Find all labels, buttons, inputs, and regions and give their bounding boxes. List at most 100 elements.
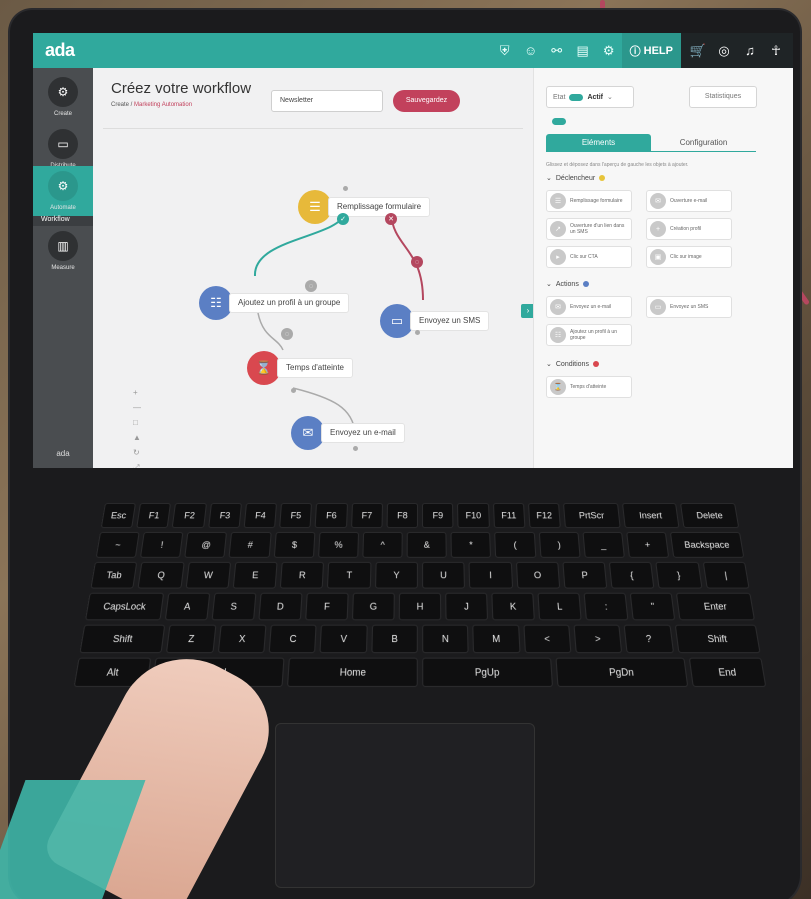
key[interactable]: F5 [279, 503, 313, 529]
key[interactable]: P [562, 561, 608, 589]
sidebar-item-automate[interactable]: ⚙ Automate [33, 166, 93, 216]
key[interactable]: A [164, 592, 210, 621]
key[interactable]: Backspace [669, 531, 745, 558]
mini-toggle[interactable] [552, 118, 566, 125]
connector-dot[interactable] [415, 330, 420, 335]
workflow-node-add-profile[interactable]: ☷ Ajoutez un profil à un groupe [199, 286, 350, 320]
reset-icon[interactable]: ↻ [133, 448, 141, 457]
key[interactable]: U [422, 561, 466, 589]
key[interactable]: < [523, 624, 572, 654]
key[interactable]: F10 [457, 503, 490, 529]
key[interactable]: ? [623, 624, 674, 654]
key[interactable]: $ [273, 531, 316, 558]
key[interactable]: D [258, 592, 303, 621]
key[interactable]: H [398, 592, 442, 621]
key[interactable]: E [232, 561, 278, 589]
element-card[interactable]: ✉ Ouverture e-mail [646, 190, 732, 212]
workflow-node-form-fill[interactable]: ☰ Remplissage formulaire [298, 190, 431, 224]
key[interactable]: F4 [243, 503, 278, 529]
key[interactable]: F1 [136, 503, 172, 529]
key[interactable]: @ [184, 531, 228, 558]
key[interactable]: Home [286, 657, 418, 688]
element-card[interactable]: + Création profil [646, 218, 732, 240]
cross-icon[interactable]: ✕ [385, 213, 397, 225]
key[interactable]: C [268, 624, 317, 654]
state-select[interactable]: Etat Actif ⌄ [546, 86, 634, 108]
key[interactable]: R [279, 561, 325, 589]
cart-icon[interactable]: 🛒 [685, 33, 711, 68]
key[interactable]: + [626, 531, 670, 558]
key[interactable]: Insert [621, 503, 680, 529]
touchpad[interactable] [275, 723, 535, 888]
key[interactable]: Tab [90, 561, 138, 589]
key[interactable]: T [327, 561, 372, 589]
key[interactable]: PgDn [555, 657, 689, 688]
key[interactable]: ! [140, 531, 184, 558]
key[interactable]: F8 [386, 503, 419, 529]
element-card[interactable]: ▸ Clic sur CTA [546, 246, 632, 268]
key[interactable]: > [573, 624, 623, 654]
zoom-in-icon[interactable]: + [133, 388, 141, 397]
key[interactable]: F6 [315, 503, 348, 529]
zoom-out-icon[interactable]: — [133, 403, 141, 412]
key[interactable]: Z [166, 624, 217, 654]
fullscreen-icon[interactable]: ⤢ [133, 463, 141, 468]
key[interactable]: F9 [422, 503, 454, 529]
section-trigger[interactable]: ⌄ Déclencheur [546, 174, 606, 182]
key[interactable]: F12 [527, 503, 561, 529]
element-card[interactable]: ▭ Envoyez un SMS [646, 296, 732, 318]
key[interactable]: M [472, 624, 521, 654]
state-toggle[interactable] [569, 93, 584, 101]
key[interactable]: B [371, 624, 418, 654]
element-card[interactable]: ⌛ Temps d'atteinte [546, 376, 632, 398]
connector-dot[interactable] [291, 388, 296, 393]
workflow-node-send-sms[interactable]: ▭ Envoyez un SMS [380, 304, 490, 338]
key[interactable]: End [688, 657, 767, 688]
key[interactable]: Shift [674, 624, 761, 654]
key[interactable]: { [608, 561, 655, 589]
element-card[interactable]: ✉ Envoyez un e-mail [546, 296, 632, 318]
key[interactable]: ~ [95, 531, 140, 558]
key[interactable]: N [422, 624, 470, 654]
workflow-node-wait-time[interactable]: ⌛ Temps d'atteinte [247, 351, 354, 385]
key[interactable]: PrtScr [563, 503, 621, 529]
key[interactable]: | [702, 561, 750, 589]
settings-icon[interactable]: ⚙ [596, 33, 622, 68]
element-card[interactable]: ☷ Ajoutez un profil à un groupe [546, 324, 632, 346]
key[interactable]: X [217, 624, 267, 654]
key[interactable]: G [351, 592, 395, 621]
key[interactable]: O [515, 561, 561, 589]
key[interactable]: * [450, 531, 492, 558]
help-button[interactable]: ⓘ HELP [621, 33, 681, 68]
key[interactable]: W [185, 561, 232, 589]
connector-dot[interactable] [353, 446, 358, 451]
sidebar-item-measure[interactable]: ▥ Measure [33, 226, 93, 276]
fit-icon[interactable]: □ [133, 418, 141, 427]
shield-icon[interactable]: ⛨ [492, 33, 518, 68]
bell-icon[interactable]: ♫ [737, 33, 763, 68]
key[interactable]: Esc [100, 503, 137, 529]
app-logo[interactable]: ada [45, 40, 75, 61]
key[interactable]: Q [137, 561, 185, 589]
key[interactable]: & [406, 531, 448, 558]
sidebar-subitem-workflow[interactable]: Workflow [33, 216, 93, 226]
face-icon[interactable]: ☺ [518, 33, 544, 68]
tab-elements[interactable]: Eléments [546, 134, 651, 151]
key[interactable]: S [211, 592, 257, 621]
key[interactable]: } [655, 561, 703, 589]
key[interactable]: CapsLock [84, 592, 164, 621]
key[interactable]: Delete [680, 503, 740, 529]
key[interactable]: PgUp [422, 657, 554, 688]
key[interactable]: I [468, 561, 513, 589]
document-icon[interactable]: ▤ [570, 33, 596, 68]
statistics-button[interactable]: Statistiques [689, 86, 757, 108]
key[interactable]: F11 [492, 503, 526, 529]
workflow-node-send-email[interactable]: ✉ Envoyez un e-mail [291, 416, 405, 450]
key[interactable]: F2 [172, 503, 207, 529]
key[interactable]: " [630, 592, 676, 621]
section-actions[interactable]: ⌄ Actions [546, 280, 589, 288]
key[interactable]: K [491, 592, 536, 621]
key[interactable]: ) [538, 531, 581, 558]
key[interactable]: Enter [676, 592, 755, 621]
check-icon[interactable]: ✓ [337, 213, 349, 225]
